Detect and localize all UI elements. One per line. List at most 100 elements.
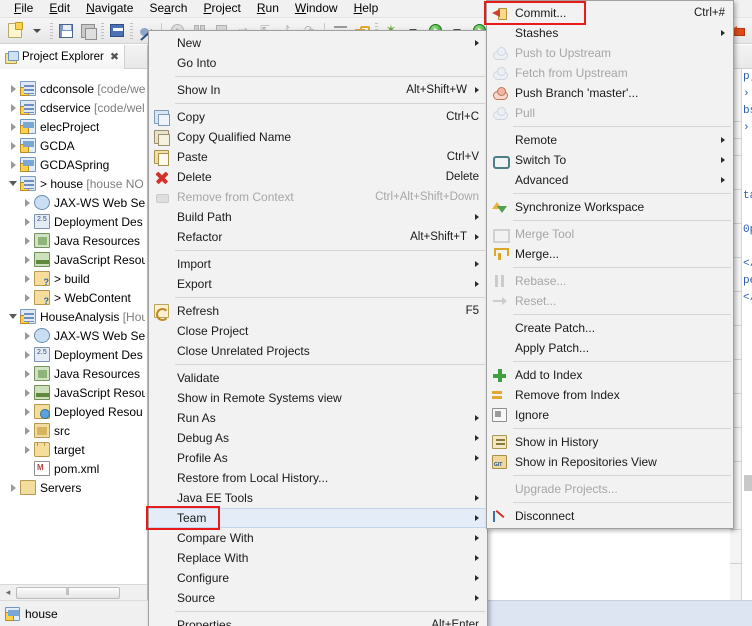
menu-item-profile-as[interactable]: Profile As [149, 448, 487, 468]
tree-twisty-collapsed-icon[interactable] [20, 350, 34, 359]
menu-item-show-in-repositories-view[interactable]: Show in Repositories View [487, 452, 733, 472]
tree-twisty-expanded-icon[interactable] [6, 314, 20, 319]
tree-item[interactable]: > build [0, 269, 147, 288]
menu-item-restore-from-local-history[interactable]: Restore from Local History... [149, 468, 487, 488]
tree-twisty-collapsed-icon[interactable] [20, 369, 34, 378]
menu-item-close-unrelated-projects[interactable]: Close Unrelated Projects [149, 341, 487, 361]
menu-item-source[interactable]: Source [149, 588, 487, 608]
tree-item[interactable]: > WebContent [0, 288, 147, 307]
tree-twisty-collapsed-icon[interactable] [20, 198, 34, 207]
tree-item[interactable]: pom.xml [0, 459, 147, 478]
tree-item[interactable]: Java Resources [0, 231, 147, 250]
menu-item-remote[interactable]: Remote [487, 130, 733, 150]
tree-twisty-collapsed-icon[interactable] [6, 84, 20, 93]
menubar-item-file[interactable]: File [6, 0, 41, 17]
new-wizard-dropdown[interactable] [27, 21, 47, 41]
menu-item-close-project[interactable]: Close Project [149, 321, 487, 341]
new-wizard-button[interactable] [5, 21, 25, 41]
menu-item-ignore[interactable]: Ignore [487, 405, 733, 425]
menubar-item-help[interactable]: Help [346, 0, 387, 17]
menu-item-show-in-history[interactable]: Show in History [487, 432, 733, 452]
close-icon[interactable]: ✖ [110, 50, 119, 62]
menu-item-new[interactable]: New [149, 33, 487, 53]
menubar-item-search[interactable]: Search [141, 0, 195, 17]
menu-item-show-in-remote-systems-view[interactable]: Show in Remote Systems view [149, 388, 487, 408]
menu-item-merge[interactable]: Merge... [487, 244, 733, 264]
menu-item-copy-qualified-name[interactable]: Copy Qualified Name [149, 127, 487, 147]
menu-item-debug-as[interactable]: Debug As [149, 428, 487, 448]
tree-twisty-collapsed-icon[interactable] [6, 103, 20, 112]
menu-item-commit[interactable]: Commit... Ctrl+# [487, 3, 733, 23]
menu-item-run-as[interactable]: Run As [149, 408, 487, 428]
tree-item[interactable]: cdconsole [code/we [0, 79, 147, 98]
menu-item-copy[interactable]: Copy Ctrl+C [149, 107, 487, 127]
menu-item-validate[interactable]: Validate [149, 368, 487, 388]
editor-vertical-scrollbar[interactable] [744, 475, 752, 491]
menu-item-import[interactable]: Import [149, 254, 487, 274]
menu-item-build-path[interactable]: Build Path [149, 207, 487, 227]
menu-item-show-in[interactable]: Show In Alt+Shift+W [149, 80, 487, 100]
tree-item[interactable]: GCDA [0, 136, 147, 155]
menu-item-java-ee-tools[interactable]: Java EE Tools [149, 488, 487, 508]
tree-item[interactable]: JavaScript Resou [0, 383, 147, 402]
menu-item-go-into[interactable]: Go Into [149, 53, 487, 73]
menubar-item-navigate[interactable]: Navigate [78, 0, 141, 17]
tree-twisty-collapsed-icon[interactable] [20, 255, 34, 264]
tree-twisty-collapsed-icon[interactable] [20, 217, 34, 226]
menubar-item-window[interactable]: Window [287, 0, 346, 17]
tree-item[interactable]: target [0, 440, 147, 459]
tree-item[interactable]: GCDASpring [0, 155, 147, 174]
menu-item-push-branch-master[interactable]: Push Branch 'master'... [487, 83, 733, 103]
tree-twisty-collapsed-icon[interactable] [20, 274, 34, 283]
tab-project-explorer[interactable]: Project Explorer ✖ [0, 44, 126, 69]
tree-item[interactable]: JAX-WS Web Se [0, 326, 147, 345]
scroll-left-icon[interactable]: ◂ [0, 585, 16, 600]
menu-item-stashes[interactable]: Stashes [487, 23, 733, 43]
save-button[interactable] [56, 21, 76, 41]
save-all-button[interactable] [78, 21, 98, 41]
tree-item[interactable]: Deployed Resou [0, 402, 147, 421]
tree-item[interactable]: > house [house NO [0, 174, 147, 193]
tree-item[interactable]: cdservice [code/wel [0, 98, 147, 117]
tree-item[interactable]: Servers [0, 478, 147, 497]
menu-item-refresh[interactable]: Refresh F5 [149, 301, 487, 321]
menu-item-create-patch[interactable]: Create Patch... [487, 318, 733, 338]
menu-item-properties[interactable]: Properties Alt+Enter [149, 615, 487, 626]
menu-item-configure[interactable]: Configure [149, 568, 487, 588]
tree-item[interactable]: Java Resources [0, 364, 147, 383]
tree-item[interactable]: elecProject [0, 117, 147, 136]
project-context-menu[interactable]: New Go Into Show In Alt+Shift+W Copy Ctrl+C Co… [148, 30, 488, 626]
menu-item-disconnect[interactable]: Disconnect [487, 506, 733, 526]
tree-item[interactable]: Deployment Des [0, 212, 147, 231]
tree-twisty-collapsed-icon[interactable] [20, 407, 34, 416]
menu-item-delete[interactable]: Delete Delete [149, 167, 487, 187]
menu-item-advanced[interactable]: Advanced [487, 170, 733, 190]
hscroll-thumb[interactable]: ⦀ [16, 586, 120, 599]
menu-item-replace-with[interactable]: Replace With [149, 548, 487, 568]
menu-item-add-to-index[interactable]: Add to Index [487, 365, 733, 385]
menubar-item-project[interactable]: Project [195, 0, 248, 17]
menu-item-paste[interactable]: Paste Ctrl+V [149, 147, 487, 167]
menu-item-compare-with[interactable]: Compare With [149, 528, 487, 548]
tree-item[interactable]: JavaScript Resou [0, 250, 147, 269]
menu-item-export[interactable]: Export [149, 274, 487, 294]
tree-twisty-collapsed-icon[interactable] [20, 445, 34, 454]
project-tree[interactable]: cdconsole [code/we cdservice [code/wel ele… [0, 69, 147, 497]
team-submenu[interactable]: Commit... Ctrl+# Stashes Push to Upstream Fe… [486, 0, 734, 529]
tree-twisty-collapsed-icon[interactable] [6, 160, 20, 169]
tree-twisty-collapsed-icon[interactable] [20, 236, 34, 245]
tree-twisty-collapsed-icon[interactable] [20, 388, 34, 397]
menu-item-refactor[interactable]: Refactor Alt+Shift+T [149, 227, 487, 247]
tree-item[interactable]: Deployment Des [0, 345, 147, 364]
console-button[interactable] [107, 21, 127, 41]
menu-item-remove-from-index[interactable]: Remove from Index [487, 385, 733, 405]
menu-item-team[interactable]: Team [149, 508, 487, 528]
tree-twisty-expanded-icon[interactable] [6, 181, 20, 186]
project-explorer-hscrollbar[interactable]: ◂ ⦀ [0, 584, 147, 600]
menubar-item-run[interactable]: Run [249, 0, 287, 17]
tree-item[interactable]: src [0, 421, 147, 440]
tree-twisty-collapsed-icon[interactable] [6, 483, 20, 492]
tree-twisty-collapsed-icon[interactable] [6, 141, 20, 150]
tree-twisty-collapsed-icon[interactable] [6, 122, 20, 131]
menubar-item-edit[interactable]: Edit [41, 0, 78, 17]
